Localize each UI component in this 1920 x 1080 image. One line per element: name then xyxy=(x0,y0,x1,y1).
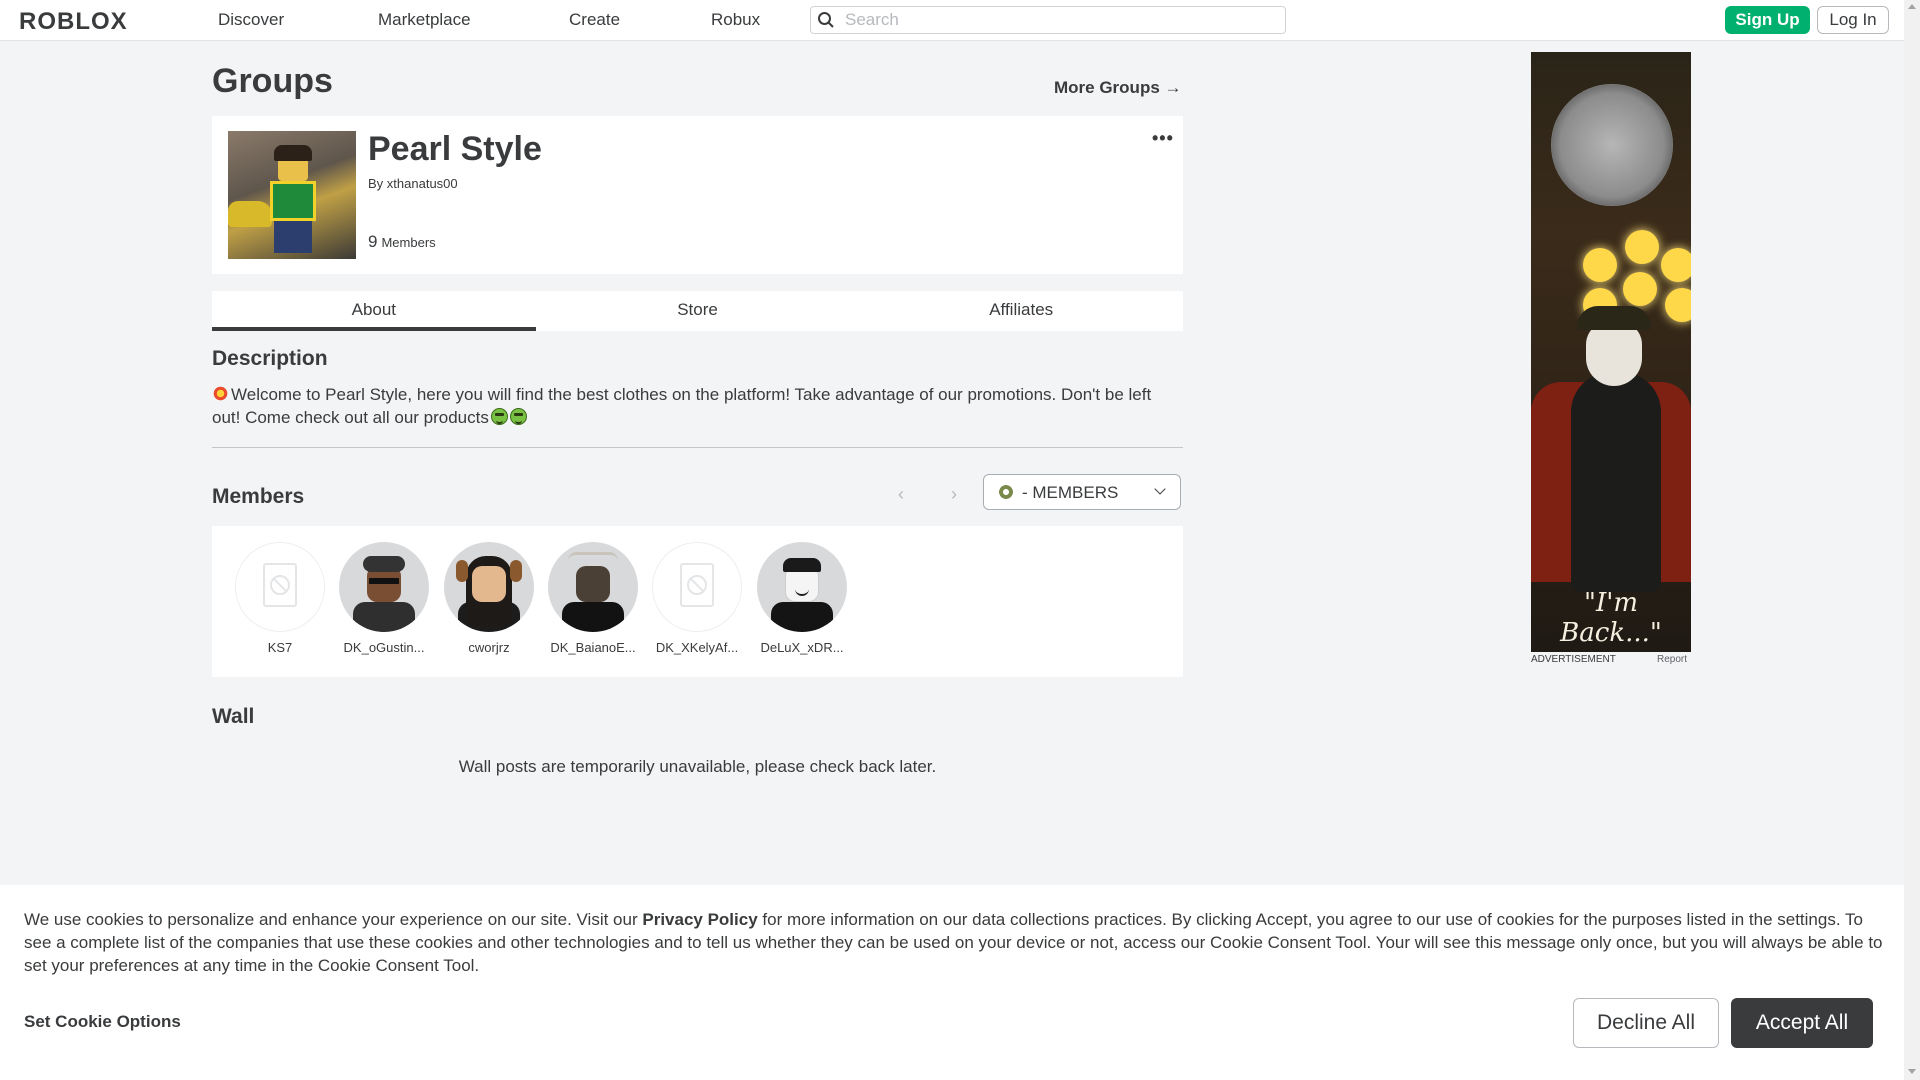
by-label: By xyxy=(368,176,384,191)
tab-affiliates[interactable]: Affiliates xyxy=(859,291,1183,331)
scroll-down-arrow-icon[interactable] xyxy=(1908,1069,1916,1074)
decline-all-button[interactable]: Decline All xyxy=(1573,998,1719,1048)
role-select-dropdown[interactable]: - MEMBERS xyxy=(983,474,1181,510)
more-options-icon[interactable]: ••• xyxy=(1152,129,1174,147)
search-box xyxy=(810,6,1286,34)
group-name: Pearl Style xyxy=(368,130,542,168)
nav-robux[interactable]: Robux xyxy=(711,10,760,30)
member-count-label: Members xyxy=(381,235,436,250)
report-ad-link[interactable]: Report xyxy=(1657,654,1687,665)
section-divider xyxy=(212,447,1183,448)
collision-emoji-icon xyxy=(212,385,229,402)
member-item[interactable]: cworjrz xyxy=(439,542,539,655)
avatar xyxy=(757,542,847,632)
cookie-message: We use cookies to personalize and enhanc… xyxy=(24,908,1884,977)
advertisement-label: ADVERTISEMENT xyxy=(1531,654,1616,665)
member-name: DeLuX_xDR... xyxy=(760,640,844,655)
money-face-emoji-icon xyxy=(490,408,508,425)
avatar-placeholder xyxy=(235,542,325,632)
log-in-button[interactable]: Log In xyxy=(1817,6,1889,34)
member-name: cworjrz xyxy=(468,640,510,655)
roblox-logo[interactable]: ROBLOX xyxy=(19,8,128,36)
members-heading: Members xyxy=(212,485,305,508)
member-item[interactable]: DK_BaianoE... xyxy=(543,542,643,655)
avatar xyxy=(339,542,429,632)
sign-up-button[interactable]: Sign Up xyxy=(1725,6,1810,34)
group-emblem-image xyxy=(228,131,356,259)
group-member-count: 9 Members xyxy=(368,232,436,252)
wall-heading: Wall xyxy=(212,705,255,728)
tab-about[interactable]: About xyxy=(212,291,536,331)
accept-all-button[interactable]: Accept All xyxy=(1731,998,1873,1048)
chevron-left-icon[interactable]: ‹ xyxy=(898,484,904,505)
advertisement-banner[interactable]: "I'm Back..." xyxy=(1531,52,1691,652)
members-list: KS7 DK_oGustin... cworjrz DK_BaianoE... … xyxy=(212,526,1183,677)
cookie-text-before: We use cookies to personalize and enhanc… xyxy=(24,910,643,929)
search-input[interactable] xyxy=(843,9,1277,31)
group-owner-line: By xthanatus00 xyxy=(368,176,458,191)
ad-caption: "I'm Back..." xyxy=(1560,588,1662,648)
cookie-banner: We use cookies to personalize and enhanc… xyxy=(0,885,1904,1080)
description-text: Welcome to Pearl Style, here you will fi… xyxy=(212,385,1152,427)
avatar xyxy=(548,542,638,632)
member-name: DK_BaianoE... xyxy=(550,640,636,655)
money-face-emoji-icon xyxy=(509,408,527,425)
wall-unavailable-message: Wall posts are temporarily unavailable, … xyxy=(458,757,937,776)
nav-discover[interactable]: Discover xyxy=(218,10,284,30)
more-groups-link[interactable]: More Groups → xyxy=(1054,78,1182,98)
chevron-down-icon xyxy=(1154,483,1166,495)
description-heading: Description xyxy=(212,347,328,370)
member-name: KS7 xyxy=(267,640,293,655)
group-header-card: Pearl Style By xthanatus00 9 Members ••• xyxy=(212,116,1183,274)
scroll-up-arrow-icon[interactable] xyxy=(1908,4,1916,9)
role-select-value: - MEMBERS xyxy=(1022,483,1119,502)
page-scrollbar[interactable] xyxy=(1904,0,1920,1080)
chevron-right-icon[interactable]: › xyxy=(951,484,957,505)
avatar xyxy=(444,542,534,632)
tab-store[interactable]: Store xyxy=(536,291,860,331)
group-owner-link[interactable]: xthanatus00 xyxy=(387,176,458,191)
avatar-placeholder xyxy=(652,542,742,632)
group-tabs: About Store Affiliates xyxy=(212,291,1183,331)
nav-marketplace[interactable]: Marketplace xyxy=(378,10,471,30)
member-item[interactable]: DK_oGustin... xyxy=(334,542,434,655)
member-item[interactable]: DeLuX_xDR... xyxy=(752,542,852,655)
nav-create[interactable]: Create xyxy=(569,10,620,30)
role-gear-icon xyxy=(998,484,1014,500)
member-name: DK_XKelyAf... xyxy=(655,640,739,655)
member-count-value: 9 xyxy=(368,232,378,251)
top-nav: ROBLOX Discover Marketplace Create Robux… xyxy=(0,0,1904,41)
search-icon[interactable] xyxy=(817,11,835,29)
member-name: DK_oGustin... xyxy=(343,640,425,655)
group-description: Welcome to Pearl Style, here you will fi… xyxy=(212,383,1183,429)
set-cookie-options-link[interactable]: Set Cookie Options xyxy=(24,1012,181,1032)
member-item[interactable]: DK_XKelyAf... xyxy=(647,542,747,655)
member-item[interactable]: KS7 xyxy=(230,542,330,655)
page-title: Groups xyxy=(212,62,333,100)
privacy-policy-link[interactable]: Privacy Policy xyxy=(642,910,757,929)
